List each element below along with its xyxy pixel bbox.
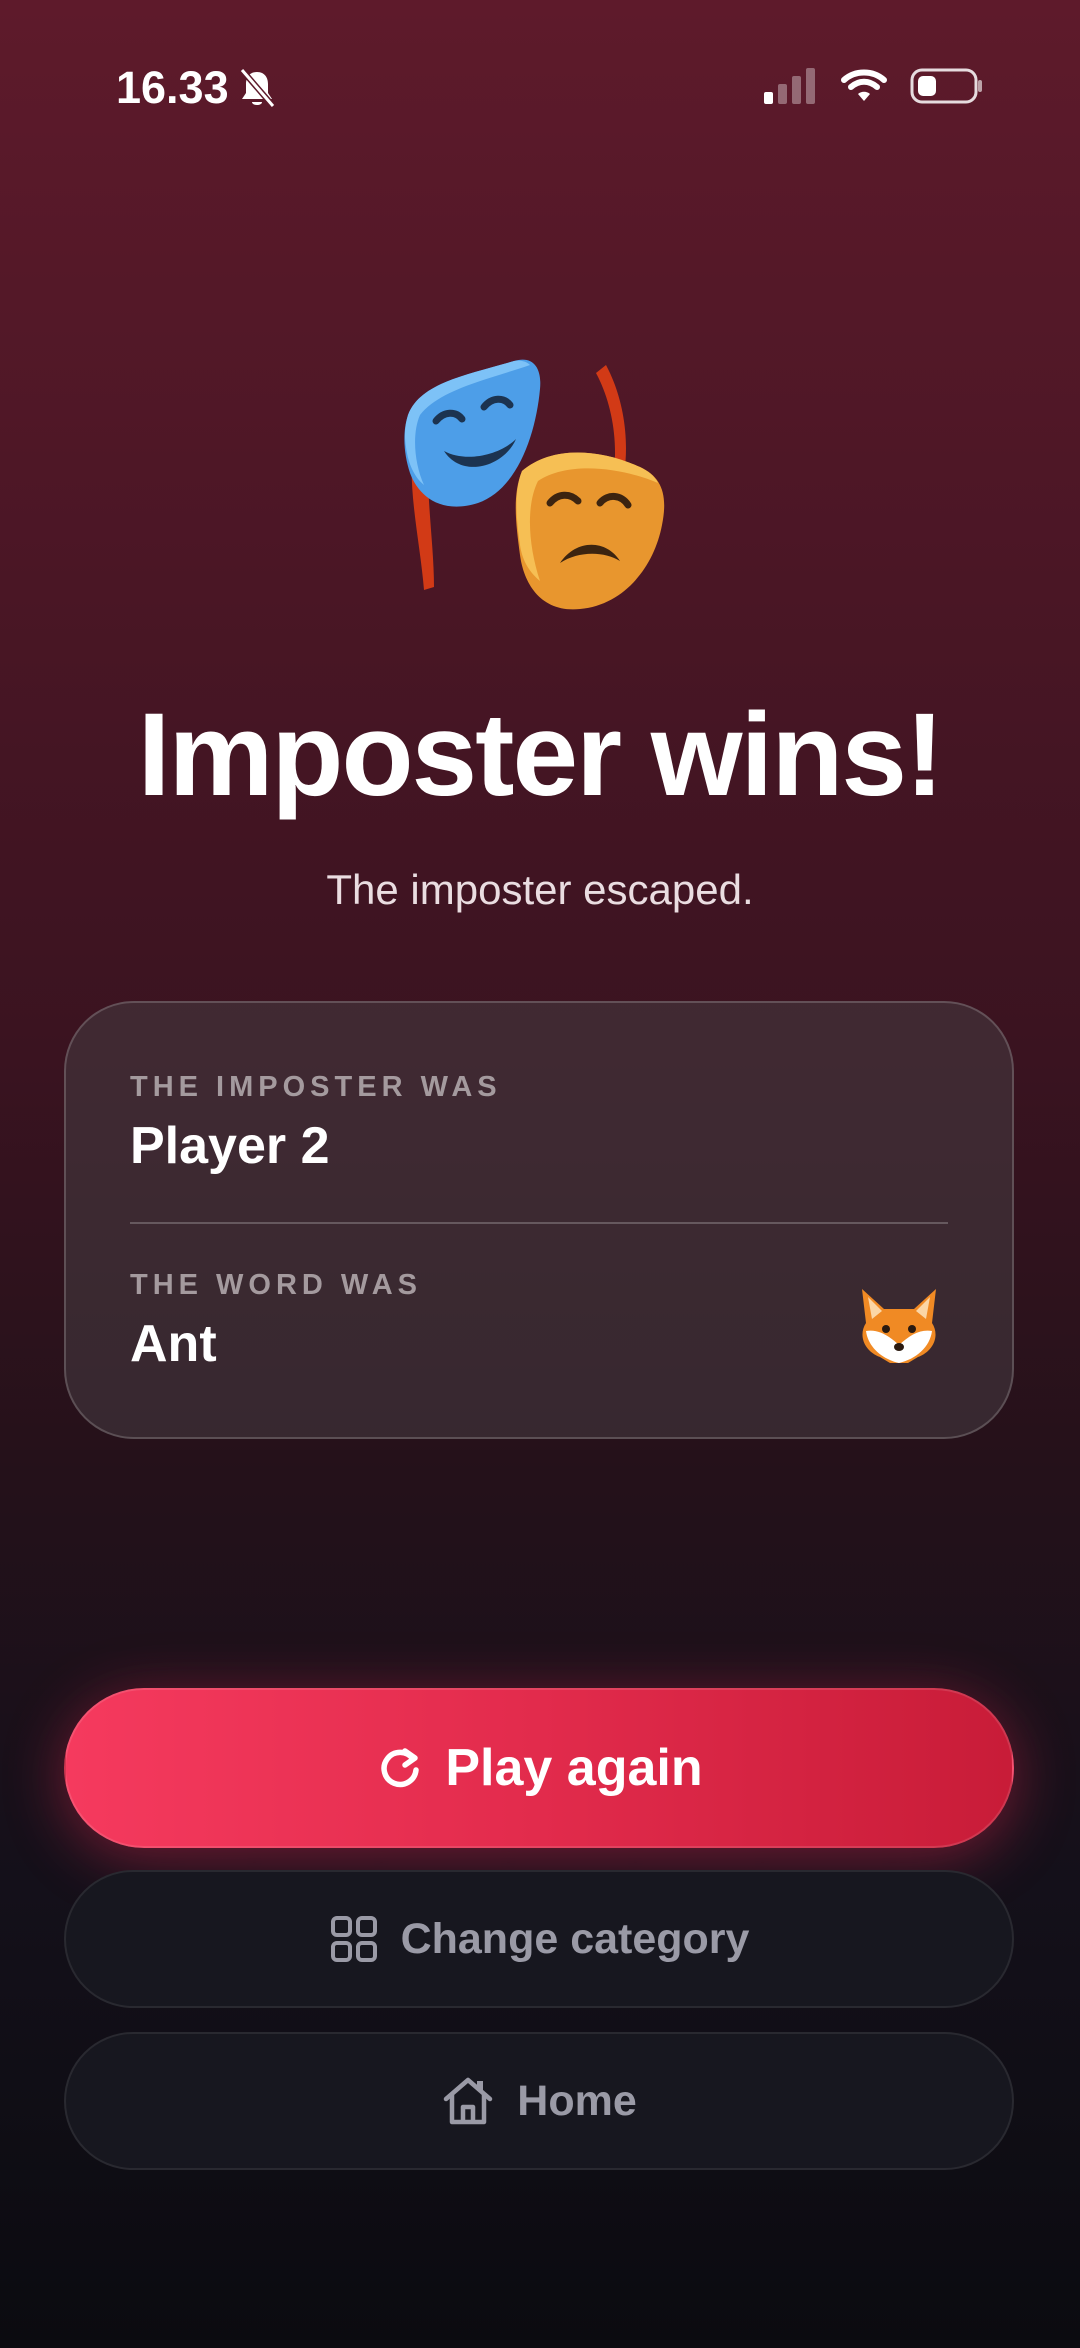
imposter-label: THE IMPOSTER WAS xyxy=(130,1071,502,1103)
change-category-label: Change category xyxy=(400,1914,750,1963)
change-category-button[interactable]: Change category xyxy=(64,1870,1014,2008)
word-value: Ant xyxy=(130,1315,217,1373)
performing-arts-masks-icon xyxy=(404,359,665,610)
refresh-icon xyxy=(381,1748,420,1788)
status-bar: 16.33 xyxy=(0,0,1080,180)
fox-face-icon xyxy=(862,1289,936,1363)
bell-slash-icon xyxy=(239,68,275,108)
result-subtitle: The imposter escaped. xyxy=(326,866,754,913)
imposter-section: THE IMPOSTER WAS Player 2 xyxy=(130,1069,948,1179)
result-title: Imposter wins! xyxy=(137,689,945,821)
status-time-text: 16.33 xyxy=(116,62,229,113)
home-icon xyxy=(444,2077,493,2125)
status-indicators xyxy=(762,66,984,106)
play-again-button[interactable]: Play again xyxy=(64,1688,1014,1848)
battery-icon xyxy=(910,68,982,104)
wifi-icon xyxy=(841,69,887,101)
word-label: THE WORD WAS xyxy=(130,1269,422,1301)
grid-icon xyxy=(330,1916,377,1962)
status-time: 16.33 xyxy=(116,58,277,118)
cellular-signal-icon xyxy=(764,68,815,104)
home-label: Home xyxy=(517,2076,637,2125)
imposter-value: Player 2 xyxy=(130,1117,330,1175)
word-section: THE WORD WAS Ant xyxy=(130,1267,948,1377)
card-divider xyxy=(130,1222,948,1224)
result-card: THE IMPOSTER WAS Player 2 THE WORD WAS A… xyxy=(64,1001,1014,1439)
home-button[interactable]: Home xyxy=(64,2032,1014,2170)
play-again-label: Play again xyxy=(445,1739,703,1797)
